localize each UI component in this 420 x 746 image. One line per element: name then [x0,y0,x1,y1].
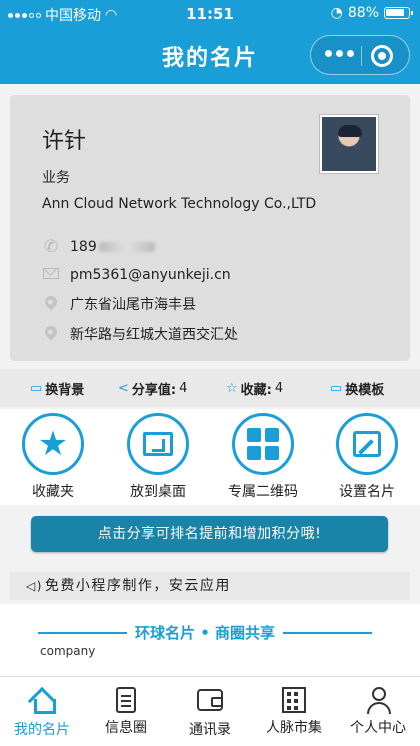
edit-icon [336,413,398,475]
share-count-value: 4 [179,380,188,396]
more-icon[interactable] [325,50,354,57]
star-outline-icon: ☆ [226,380,238,396]
address-row-1[interactable]: 广东省汕尾市海丰县 [42,293,196,314]
tab-profile-label: 个人中心 [350,720,406,736]
menu-add-to-desktop[interactable]: 放到桌面 [108,413,208,501]
capsule-divider [361,46,362,66]
card-actions: ▭ 换背景 < 分享值: 4 ☆ 收藏: 4 ▭ 换模板 [0,369,420,407]
change-template-label: 换模板 [345,382,385,398]
favorite-count[interactable]: ☆ 收藏: 4 [226,379,283,398]
change-template-button[interactable]: ▭ 换模板 [330,379,384,398]
share-count[interactable]: < 分享值: 4 [118,379,187,398]
favorite-count-label: 收藏: [240,382,272,398]
phone-row[interactable]: ✆ 189 [42,237,155,257]
share-button[interactable]: 点击分享可排名提前和增加积分哦! [31,516,388,552]
card-role: 业务 [42,170,70,186]
tab-my-card[interactable]: 我的名片 [0,677,84,746]
document-icon [116,687,136,713]
email-value: pm5361@anyunkeji.cn [70,267,231,283]
slogan-text: 环球名片 • 商圈共享 [134,624,276,642]
change-background-button[interactable]: ▭ 换背景 [30,379,84,398]
battery-group: ◔ 88% [330,5,413,21]
menu-favorites-label: 收藏夹 [32,484,74,500]
menu-favorites[interactable]: ★ 收藏夹 [3,413,103,501]
tab-bar: 我的名片 信息圈 通讯录 人脉市集 个人中心 [0,676,420,746]
change-background-label: 换背景 [45,382,85,398]
phone-number-blurred [98,242,155,252]
menu-edit-card-label: 设置名片 [339,484,395,500]
tab-my-card-label: 我的名片 [14,722,70,738]
desktop-icon [127,413,189,475]
tab-contacts-label: 通讯录 [189,722,231,738]
location-icon [42,323,60,342]
avatar[interactable] [320,115,378,173]
phone-icon: ✆ [43,237,59,257]
menu-qrcode-label: 专属二维码 [228,484,298,500]
user-icon [365,687,391,714]
close-miniprogram-icon[interactable] [371,45,393,67]
email-icon [42,267,60,283]
address-line-1: 广东省汕尾市海丰县 [70,297,196,313]
function-menu: ★ 收藏夹 放到桌面 专属二维码 设置名片 [0,409,420,505]
share-count-label: 分享值: [131,382,177,398]
divider [38,631,127,634]
tab-contacts[interactable]: 通讯录 [168,677,252,746]
star-icon: ★ [22,413,84,475]
promo-notice[interactable]: ◁) 免费小程序制作，安云应用 [10,572,410,600]
speaker-icon: ◁) [26,579,43,593]
email-row[interactable]: pm5361@anyunkeji.cn [42,267,231,283]
tab-network-market-label: 人脉市集 [266,720,322,736]
business-card[interactable]: 许针 业务 Ann Cloud Network Technology Co.,L… [10,95,410,361]
menu-edit-card[interactable]: 设置名片 [317,413,417,501]
home-icon [29,689,56,714]
tab-network-market[interactable]: 人脉市集 [252,677,336,746]
qrcode-icon [232,413,294,475]
rotation-lock-icon: ◔ [330,5,343,21]
address-line-2: 新华路与红城大道西交汇处 [70,327,238,343]
share-icon: < [118,380,129,396]
slogan: 环球名片 • 商圈共享 [38,622,373,643]
slogan-section: 环球名片 • 商圈共享 company [0,604,420,676]
status-bar: 中国移动 ◠ 11:51 ◔ 88% [0,0,420,28]
card-icon: ▭ [30,380,43,396]
tab-info-circle[interactable]: 信息圈 [84,677,168,746]
menu-add-to-desktop-label: 放到桌面 [130,484,186,500]
wallet-icon [197,689,223,711]
address-row-2[interactable]: 新华路与红城大道西交汇处 [42,323,238,344]
miniprogram-capsule [310,35,410,75]
favorite-count-value: 4 [274,380,284,396]
nav-bar: 我的名片 [0,28,420,84]
tab-profile[interactable]: 个人中心 [336,677,420,746]
card-company: Ann Cloud Network Technology Co.,LTD [42,196,317,212]
menu-qrcode[interactable]: 专属二维码 [213,413,313,501]
building-icon [282,687,306,713]
promo-notice-text: 免费小程序制作，安云应用 [44,578,231,594]
tab-info-circle-label: 信息圈 [105,720,147,736]
card-name: 许针 [42,129,87,154]
battery-icon [384,7,413,19]
location-icon [42,293,60,312]
divider [283,631,373,634]
card-icon: ▭ [330,380,343,396]
battery-percent: 88% [347,5,379,21]
company-tag: company [40,644,96,658]
phone-number: 189 [70,239,97,255]
